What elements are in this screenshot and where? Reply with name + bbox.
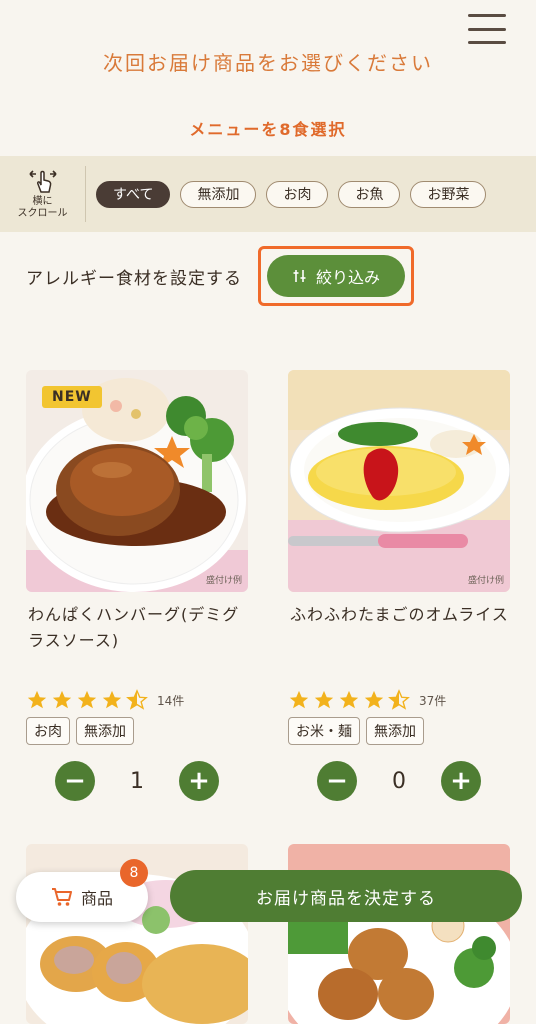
quantity-stepper: − 0 + [288, 761, 510, 801]
quantity-value: 0 [392, 768, 406, 794]
allergy-row: アレルギー食材を設定する 絞り込み [0, 244, 536, 306]
filter-button[interactable]: 絞り込み [267, 255, 405, 297]
quantity-stepper: − 1 + [26, 761, 248, 801]
product-card[interactable]: NEW 盛付け例 わんぱくハンバーグ(デミグラスソース) 14件 お肉 無添加 … [26, 370, 248, 801]
serving-note: 盛付け例 [205, 576, 242, 586]
scroll-hint-line1: 横に [32, 196, 53, 207]
omurice-plate-illustration [288, 370, 510, 592]
cart-icon [51, 888, 72, 906]
increment-button[interactable]: + [179, 761, 219, 801]
chip-vegetables[interactable]: お野菜 [410, 180, 487, 208]
product-card[interactable]: 盛付け例 ふわふわたまごのオムライス 37件 お米・麺 無添加 − 0 + [288, 370, 510, 801]
chip-all[interactable]: すべて [96, 180, 171, 208]
cart-count-badge: 8 [120, 859, 148, 887]
header: 次回お届け商品をお選びください [0, 0, 536, 110]
scroll-hint-line2: スクロール [17, 208, 68, 219]
allergy-setting-link[interactable]: アレルギー食材を設定する [26, 264, 242, 289]
filter-button-label: 絞り込み [315, 268, 380, 287]
product-name[interactable]: わんぱくハンバーグ(デミグラスソース) [26, 602, 248, 686]
category-filter-bar: 横に スクロール すべて 無添加 お肉 お魚 お野菜 [0, 156, 536, 232]
rating: 37件 [288, 689, 510, 711]
tag-meat: お肉 [26, 717, 70, 745]
product-name[interactable]: ふわふわたまごのオムライス [288, 602, 510, 686]
sliders-icon [293, 270, 306, 282]
star-half-icon [388, 689, 410, 710]
star-full-icon [289, 690, 309, 709]
tag-rice-noodles: お米・麺 [288, 717, 360, 745]
category-chips: すべて 無添加 お肉 お魚 お野菜 [86, 180, 487, 208]
confirm-delivery-button[interactable]: お届け商品を決定する [170, 870, 522, 922]
product-image-hamburg[interactable]: NEW 盛付け例 [26, 370, 248, 592]
star-full-icon [364, 690, 384, 709]
tag-additive-free: 無添加 [76, 717, 134, 745]
star-full-icon [339, 690, 359, 709]
quantity-value: 1 [130, 768, 144, 794]
rating: 14件 [26, 689, 248, 711]
scroll-hint: 横に スクロール [0, 166, 86, 222]
chip-fish[interactable]: お魚 [338, 180, 401, 208]
product-image-omurice[interactable]: 盛付け例 [288, 370, 510, 592]
filter-button-highlight: 絞り込み [258, 246, 414, 306]
star-full-icon [102, 690, 122, 709]
star-full-icon [77, 690, 97, 709]
tag-additive-free: 無添加 [366, 717, 424, 745]
star-full-icon [314, 690, 334, 709]
page-title: 次回お届け商品をお選びください [103, 51, 433, 75]
menu-icon[interactable] [468, 14, 506, 44]
decrement-button[interactable]: − [317, 761, 357, 801]
star-half-icon [126, 689, 148, 710]
chip-meat[interactable]: お肉 [266, 180, 329, 208]
review-count: 37件 [419, 693, 447, 708]
star-full-icon [27, 690, 47, 709]
review-count: 14件 [157, 693, 185, 708]
selection-subtitle: メニューを8食選択 [189, 120, 347, 139]
new-badge: NEW [42, 386, 102, 408]
swipe-hand-icon [28, 170, 57, 193]
decrement-button[interactable]: − [55, 761, 95, 801]
cart-label: 商品 [80, 889, 113, 908]
product-tags: お肉 無添加 [26, 717, 248, 745]
product-tags: お米・麺 無添加 [288, 717, 510, 745]
serving-note: 盛付け例 [467, 576, 504, 586]
star-full-icon [52, 690, 72, 709]
chip-additive-free[interactable]: 無添加 [180, 180, 257, 208]
increment-button[interactable]: + [441, 761, 481, 801]
